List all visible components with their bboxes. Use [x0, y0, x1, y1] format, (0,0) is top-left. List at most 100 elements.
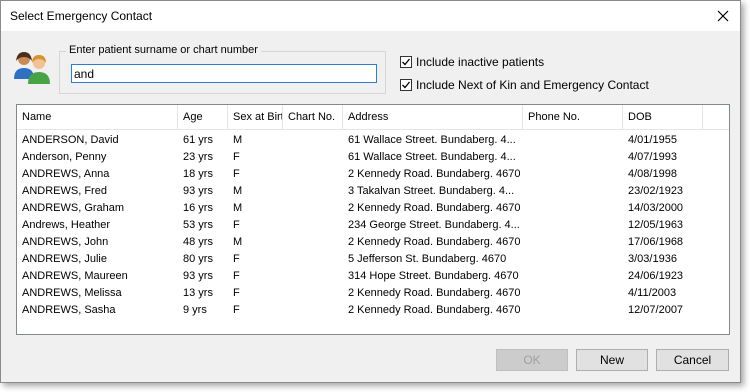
search-group: Enter patient surname or chart number: [59, 44, 386, 94]
new-button[interactable]: New: [576, 349, 648, 371]
cell-age: 13 yrs: [183, 287, 213, 299]
column-header-dob[interactable]: DOB: [623, 105, 703, 129]
column-header-name[interactable]: Name: [17, 105, 178, 129]
cell-sex: F: [233, 151, 240, 163]
table-row[interactable]: ANDREWS, Julie 80 yrs F 5 Jefferson St. Bun…: [17, 251, 729, 268]
cell-dob: 4/01/1955: [628, 134, 677, 146]
cell-chart-no: [283, 183, 343, 200]
cell-sex: M: [233, 185, 243, 197]
column-header-address[interactable]: Address: [343, 105, 523, 129]
cancel-button[interactable]: Cancel: [656, 349, 729, 371]
cell-phone: [523, 217, 623, 234]
table-row[interactable]: ANDREWS, Fred 93 yrs M 3 Takalvan Street. B…: [17, 183, 729, 200]
cell-address: 61 Wallace Street. Bundaberg. 4...: [348, 151, 516, 163]
cell-chart-no: [283, 285, 343, 302]
cell-age: 48 yrs: [183, 236, 213, 248]
cell-address: 2 Kennedy Road. Bundaberg. 4670: [348, 287, 521, 299]
cell-chart-no: [283, 132, 343, 149]
cell-address: 2 Kennedy Road. Bundaberg. 4670: [348, 168, 521, 180]
cell-dob: 24/06/1923: [628, 270, 684, 282]
cell-phone: [523, 132, 623, 149]
column-header-chart-no[interactable]: Chart No.: [283, 105, 343, 129]
ok-button[interactable]: OK: [496, 349, 568, 371]
cell-age: 18 yrs: [183, 168, 213, 180]
table-row[interactable]: ANDREWS, Melissa 13 yrs F 2 Kennedy Road. B…: [17, 285, 729, 302]
table-row[interactable]: ANDREWS, Anna 18 yrs F 2 Kennedy Road. Bund…: [17, 166, 729, 183]
include-inactive-box[interactable]: [400, 56, 412, 68]
column-header-sex[interactable]: Sex at Birth: [228, 105, 283, 129]
cell-dob: 4/08/1998: [628, 168, 677, 180]
cell-chart-no: [283, 200, 343, 217]
cell-chart-no: [283, 217, 343, 234]
cell-dob: 4/11/2003: [628, 287, 677, 299]
column-header-phone[interactable]: Phone No.: [523, 105, 623, 129]
close-icon: [717, 10, 729, 22]
cell-age: 80 yrs: [183, 253, 213, 265]
select-emergency-contact-dialog: Select Emergency Contact Enter patient s…: [0, 0, 741, 383]
cell-sex: M: [233, 236, 243, 248]
cell-name: ANDREWS, Fred: [22, 185, 107, 197]
include-nok-label: Include Next of Kin and Emergency Contac…: [416, 78, 649, 92]
cell-age: 53 yrs: [183, 219, 213, 231]
cell-dob: 3/03/1936: [628, 253, 677, 265]
cell-address: 3 Takalvan Street. Bundaberg. 4...: [348, 185, 515, 197]
table-row[interactable]: ANDREWS, John 48 yrs M 2 Kennedy Road. Bund…: [17, 234, 729, 251]
table-row[interactable]: ANDREWS, Maureen 93 yrs F 314 Hope Street. …: [17, 268, 729, 285]
include-nok-box[interactable]: [400, 79, 412, 91]
cell-sex: F: [233, 287, 240, 299]
cell-name: ANDREWS, Graham: [22, 202, 125, 214]
include-inactive-label: Include inactive patients: [416, 55, 545, 69]
include-nok-checkbox[interactable]: Include Next of Kin and Emergency Contac…: [400, 78, 649, 92]
cell-name: ANDREWS, John: [22, 236, 109, 248]
cell-phone: [523, 200, 623, 217]
cell-sex: M: [233, 134, 243, 146]
table-row[interactable]: ANDERSON, David 61 yrs M 61 Wallace Street.…: [17, 132, 729, 149]
cell-sex: F: [233, 304, 240, 316]
cell-name: Anderson, Penny: [22, 151, 107, 163]
check-icon: [402, 58, 411, 66]
list-header: Name Age Sex at Birth Chart No. Address …: [17, 105, 729, 130]
cell-chart-no: [283, 166, 343, 183]
search-label: Enter patient surname or chart number: [66, 44, 261, 56]
cell-name: Andrews, Heather: [22, 219, 111, 231]
cell-name: ANDERSON, David: [22, 134, 119, 146]
cell-dob: 12/07/2007: [628, 304, 684, 316]
cell-address: 234 George Street. Bundaberg. 4...: [348, 219, 520, 231]
cell-address: 314 Hope Street. Bundaberg. 4670: [348, 270, 519, 282]
search-input[interactable]: [71, 64, 377, 83]
cell-name: ANDREWS, Melissa: [22, 287, 122, 299]
contacts-icon: [14, 52, 50, 84]
cell-name: ANDREWS, Maureen: [22, 270, 128, 282]
include-inactive-checkbox[interactable]: Include inactive patients: [400, 55, 544, 69]
cell-age: 23 yrs: [183, 151, 213, 163]
close-button[interactable]: [708, 1, 738, 31]
cell-age: 93 yrs: [183, 270, 213, 282]
cell-phone: [523, 166, 623, 183]
cell-name: ANDREWS, Sasha: [22, 304, 116, 316]
cell-chart-no: [283, 268, 343, 285]
cell-sex: F: [233, 270, 240, 282]
table-row[interactable]: Andrews, Heather 53 yrs F 234 George Street…: [17, 217, 729, 234]
cell-phone: [523, 234, 623, 251]
cell-phone: [523, 183, 623, 200]
cell-phone: [523, 268, 623, 285]
cell-chart-no: [283, 234, 343, 251]
cell-sex: F: [233, 219, 240, 231]
cell-address: 61 Wallace Street. Bundaberg. 4...: [348, 134, 516, 146]
cell-phone: [523, 302, 623, 319]
cell-age: 9 yrs: [183, 304, 207, 316]
cell-address: 2 Kennedy Road. Bundaberg. 4670: [348, 304, 521, 316]
cell-phone: [523, 149, 623, 166]
table-row[interactable]: ANDREWS, Sasha 9 yrs F 2 Kennedy Road. Bund…: [17, 302, 729, 319]
cell-chart-no: [283, 302, 343, 319]
cell-dob: 14/03/2000: [628, 202, 684, 214]
cell-phone: [523, 251, 623, 268]
table-row[interactable]: ANDREWS, Graham 16 yrs M 2 Kennedy Road. Bu…: [17, 200, 729, 217]
cell-chart-no: [283, 251, 343, 268]
cell-sex: F: [233, 253, 240, 265]
cell-address: 5 Jefferson St. Bundaberg. 4670: [348, 253, 507, 265]
patient-list[interactable]: Name Age Sex at Birth Chart No. Address …: [16, 104, 730, 335]
cell-sex: M: [233, 202, 243, 214]
column-header-age[interactable]: Age: [178, 105, 228, 129]
table-row[interactable]: Anderson, Penny 23 yrs F 61 Wallace Street.…: [17, 149, 729, 166]
